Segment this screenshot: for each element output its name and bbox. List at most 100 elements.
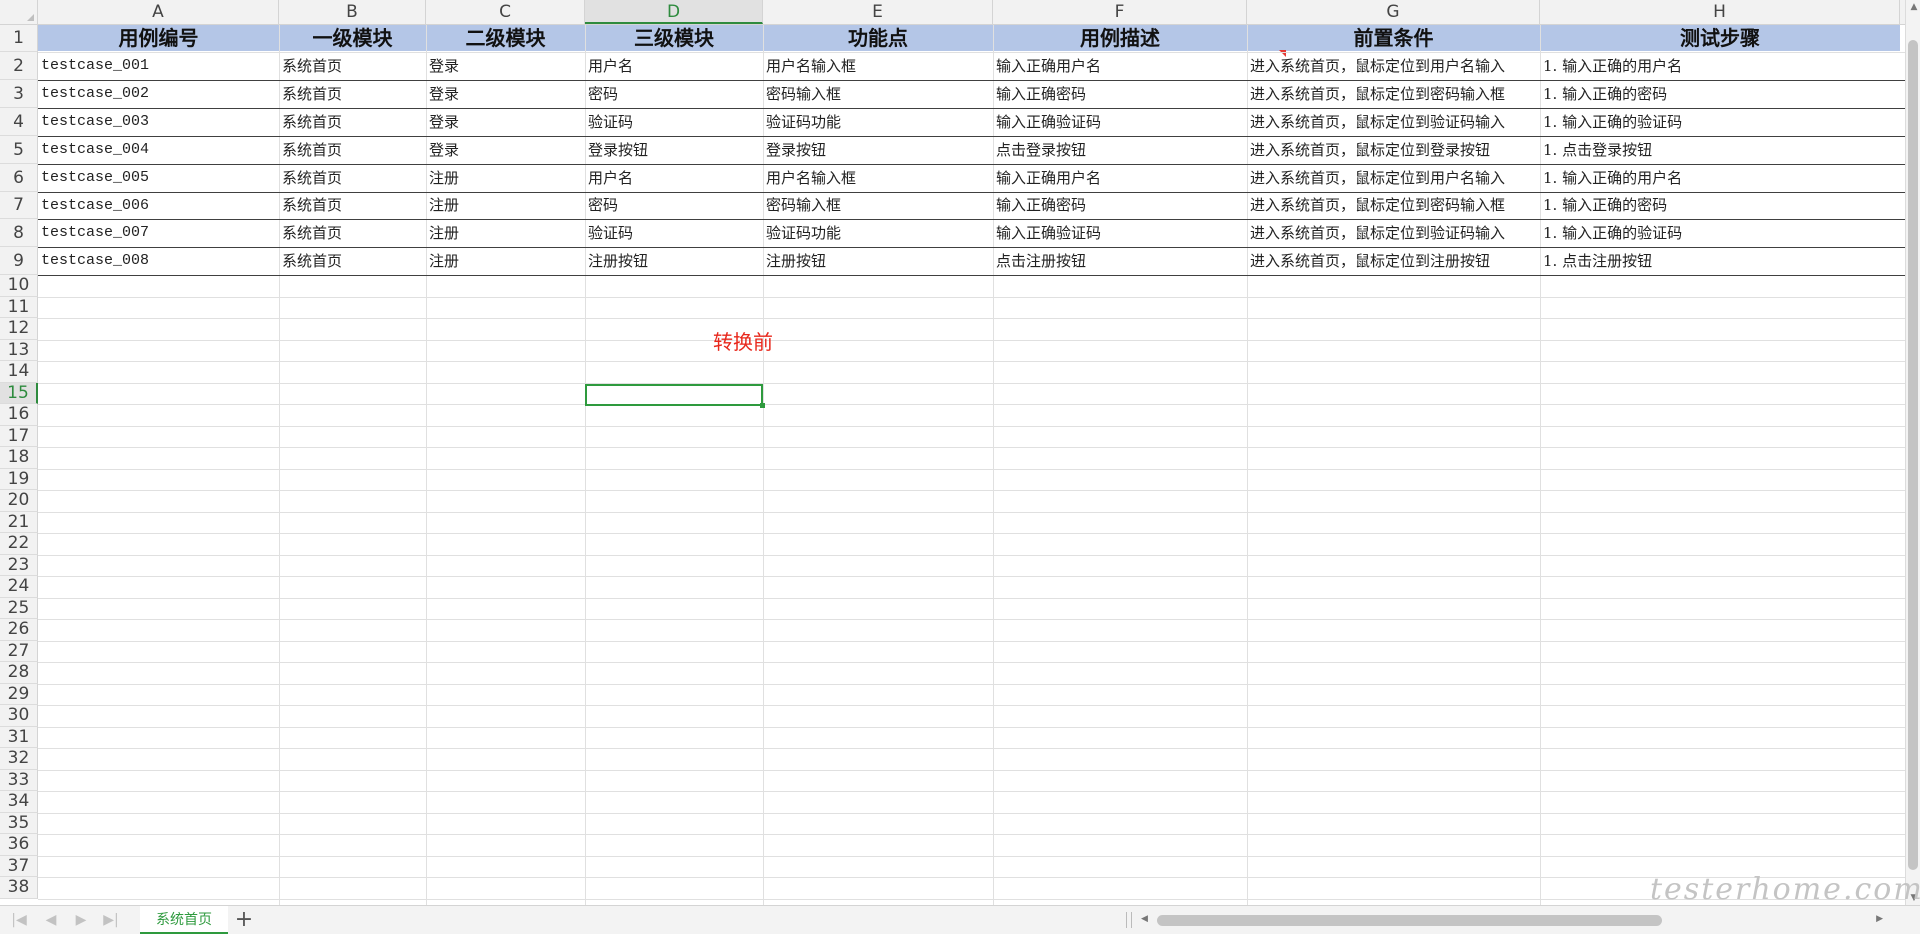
table-cell[interactable]: 登录 xyxy=(426,136,585,164)
active-cell-selection[interactable] xyxy=(585,384,765,408)
table-cell[interactable]: testcase_005 xyxy=(38,164,279,192)
table-cell[interactable]: 进入系统首页，鼠标定位到验证码输入 xyxy=(1247,108,1540,136)
table-cell[interactable]: 用户名输入框 xyxy=(763,52,993,80)
row-header-18[interactable]: 18 xyxy=(0,447,38,469)
column-header-c[interactable]: C xyxy=(426,0,585,24)
table-cell[interactable]: 点击登录按钮 xyxy=(993,136,1247,164)
add-sheet-button[interactable]: + xyxy=(232,908,256,932)
table-cell[interactable]: 进入系统首页，鼠标定位到用户名输入 xyxy=(1247,52,1540,80)
row-header-20[interactable]: 20 xyxy=(0,490,38,512)
table-header-cell[interactable]: 测试步骤 xyxy=(1540,25,1900,52)
table-cell[interactable]: 密码 xyxy=(585,192,763,219)
row-header-21[interactable]: 21 xyxy=(0,511,38,533)
table-cell[interactable]: 进入系统首页，鼠标定位到注册按钮 xyxy=(1247,247,1540,275)
table-cell[interactable]: 点击注册按钮 xyxy=(993,247,1247,275)
table-cell[interactable]: 验证码 xyxy=(585,219,763,247)
row-header-1[interactable]: 1 xyxy=(0,25,38,52)
row-header-32[interactable]: 32 xyxy=(0,748,38,770)
row-header-29[interactable]: 29 xyxy=(0,683,38,705)
table-cell[interactable]: 注册 xyxy=(426,247,585,275)
row-header-8[interactable]: 8 xyxy=(0,219,38,247)
table-header-cell[interactable]: 前置条件 xyxy=(1247,25,1540,52)
table-cell[interactable]: testcase_007 xyxy=(38,219,279,247)
table-cell[interactable]: 登录按钮 xyxy=(585,136,763,164)
sheet-tab-home[interactable]: 系统首页 xyxy=(140,906,228,934)
table-cell[interactable]: 登录 xyxy=(426,108,585,136)
table-cell[interactable]: 用户名 xyxy=(585,164,763,192)
row-header-27[interactable]: 27 xyxy=(0,640,38,662)
row-header-14[interactable]: 14 xyxy=(0,361,38,383)
table-cell[interactable]: 系统首页 xyxy=(279,80,426,108)
vertical-scrollbar[interactable]: ▲ ▼ xyxy=(1905,0,1920,905)
table-cell[interactable]: 输入正确密码 xyxy=(993,80,1247,108)
row-header-7[interactable]: 7 xyxy=(0,192,38,219)
table-cell[interactable]: 登录按钮 xyxy=(763,136,993,164)
table-cell[interactable]: 系统首页 xyxy=(279,192,426,219)
row-header-25[interactable]: 25 xyxy=(0,597,38,619)
table-header-cell[interactable]: 二级模块 xyxy=(426,25,585,52)
table-header-cell[interactable]: 一级模块 xyxy=(279,25,426,52)
row-header-33[interactable]: 33 xyxy=(0,769,38,791)
table-cell[interactable]: 进入系统首页，鼠标定位到密码输入框 xyxy=(1247,80,1540,108)
table-header-cell[interactable]: 三级模块 xyxy=(585,25,763,52)
row-header-9[interactable]: 9 xyxy=(0,247,38,275)
select-all-corner[interactable] xyxy=(0,0,38,24)
row-header-31[interactable]: 31 xyxy=(0,726,38,748)
table-cell[interactable]: 1. 输入正确的用户名 xyxy=(1540,164,1900,192)
table-cell[interactable]: 系统首页 xyxy=(279,108,426,136)
row-header-10[interactable]: 10 xyxy=(0,275,38,297)
row-header-38[interactable]: 38 xyxy=(0,877,38,899)
first-sheet-icon[interactable]: |◀ xyxy=(8,910,30,930)
row-header-23[interactable]: 23 xyxy=(0,554,38,576)
table-cell[interactable]: 用户名输入框 xyxy=(763,164,993,192)
scroll-up-icon[interactable]: ▲ xyxy=(1909,2,1919,12)
table-cell[interactable]: 验证码功能 xyxy=(763,219,993,247)
column-header-d[interactable]: D xyxy=(585,0,763,24)
row-header-37[interactable]: 37 xyxy=(0,855,38,877)
row-header-4[interactable]: 4 xyxy=(0,108,38,136)
table-cell[interactable]: 验证码功能 xyxy=(763,108,993,136)
table-cell[interactable]: 1. 输入正确的密码 xyxy=(1540,80,1900,108)
table-cell[interactable]: 进入系统首页，鼠标定位到密码输入框 xyxy=(1247,192,1540,219)
table-header-cell[interactable]: 功能点 xyxy=(763,25,993,52)
row-header-16[interactable]: 16 xyxy=(0,404,38,426)
scroll-left-icon[interactable]: ◀ xyxy=(1141,914,1148,924)
table-cell[interactable]: testcase_008 xyxy=(38,247,279,275)
table-cell[interactable]: 系统首页 xyxy=(279,164,426,192)
table-cell[interactable]: 注册 xyxy=(426,164,585,192)
table-cell[interactable]: 注册 xyxy=(426,219,585,247)
row-header-35[interactable]: 35 xyxy=(0,812,38,834)
table-cell[interactable]: 1. 点击登录按钮 xyxy=(1540,136,1900,164)
table-cell[interactable]: 系统首页 xyxy=(279,136,426,164)
table-cell[interactable]: 输入正确验证码 xyxy=(993,108,1247,136)
vertical-scroll-thumb[interactable] xyxy=(1908,40,1918,870)
row-header-15[interactable]: 15 xyxy=(0,382,38,404)
row-header-6[interactable]: 6 xyxy=(0,164,38,192)
table-cell[interactable]: 系统首页 xyxy=(279,52,426,80)
horizontal-scroll-thumb[interactable] xyxy=(1157,915,1662,926)
row-header-2[interactable]: 2 xyxy=(0,52,38,80)
table-cell[interactable]: testcase_003 xyxy=(38,108,279,136)
table-cell[interactable]: 输入正确密码 xyxy=(993,192,1247,219)
row-header-34[interactable]: 34 xyxy=(0,791,38,813)
next-sheet-icon[interactable]: ▶ xyxy=(70,910,92,930)
row-header-26[interactable]: 26 xyxy=(0,619,38,641)
table-cell[interactable]: 验证码 xyxy=(585,108,763,136)
table-cell[interactable]: 输入正确用户名 xyxy=(993,52,1247,80)
column-header-e[interactable]: E xyxy=(763,0,993,24)
table-cell[interactable]: 注册按钮 xyxy=(585,247,763,275)
table-cell[interactable]: testcase_001 xyxy=(38,52,279,80)
row-header-28[interactable]: 28 xyxy=(0,662,38,684)
table-cell[interactable]: 输入正确用户名 xyxy=(993,164,1247,192)
row-header-30[interactable]: 30 xyxy=(0,705,38,727)
column-header-b[interactable]: B xyxy=(279,0,426,24)
table-cell[interactable]: 注册按钮 xyxy=(763,247,993,275)
table-cell[interactable]: 1. 点击注册按钮 xyxy=(1540,247,1900,275)
column-header-a[interactable]: A xyxy=(38,0,279,24)
table-cell[interactable]: testcase_004 xyxy=(38,136,279,164)
table-cell[interactable]: 输入正确验证码 xyxy=(993,219,1247,247)
table-cell[interactable]: 密码输入框 xyxy=(763,80,993,108)
row-header-17[interactable]: 17 xyxy=(0,425,38,447)
last-sheet-icon[interactable]: ▶| xyxy=(100,910,122,930)
table-cell[interactable]: 用户名 xyxy=(585,52,763,80)
